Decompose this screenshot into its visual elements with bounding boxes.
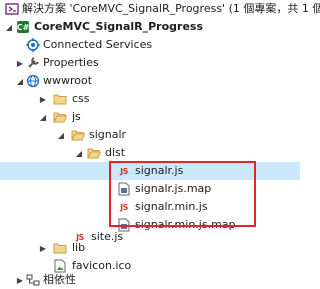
js-file-icon: JS: [117, 164, 131, 178]
properties-label: Properties: [43, 56, 99, 69]
expand-arrow-icon[interactable]: ◢: [55, 126, 67, 144]
expand-arrow-icon[interactable]: ◢: [73, 144, 85, 162]
lib-folder-label: lib: [72, 241, 86, 254]
signalr-min-js-label: signalr.min.js: [135, 200, 208, 213]
properties-wrench-icon: [26, 56, 40, 70]
solution-icon: [5, 2, 19, 16]
connected-services-node[interactable]: Connected Services: [0, 36, 300, 54]
collapse-arrow-icon[interactable]: ▶: [37, 90, 49, 108]
svg-text:C#: C#: [17, 23, 30, 32]
project-label: CoreMVC_SignalR_Progress: [34, 20, 204, 33]
css-folder-label: css: [72, 92, 90, 105]
lib-folder-node[interactable]: ▶ lib: [0, 239, 300, 257]
signalr-folder-node[interactable]: ◢ signalr: [0, 126, 300, 144]
expand-arrow-icon[interactable]: ◢: [14, 72, 26, 90]
folder-open-icon: [71, 128, 85, 142]
collapse-arrow-icon[interactable]: ▶: [14, 54, 26, 72]
connected-services-icon: [26, 38, 40, 52]
expand-arrow-icon[interactable]: ◢: [3, 18, 15, 36]
properties-node[interactable]: ▶ Properties: [0, 54, 300, 72]
map-file-icon: [117, 182, 131, 196]
signalr-min-js-file-node[interactable]: JS signalr.min.js: [0, 198, 300, 216]
expand-arrow-icon[interactable]: ◢: [37, 108, 49, 126]
connected-services-label: Connected Services: [43, 38, 153, 51]
js-file-icon: JS: [117, 200, 131, 214]
solution-label: 解決方案 'CoreMVC_SignalR_Progress' (1 個專案，共…: [22, 2, 320, 15]
js-badge: JS: [120, 202, 128, 212]
dependencies-icon: [26, 273, 40, 287]
collapse-arrow-icon[interactable]: ▶: [14, 271, 26, 289]
signalr-js-file-node[interactable]: JS signalr.js: [0, 162, 300, 180]
signalr-folder-label: signalr: [89, 128, 127, 141]
folder-open-icon: [87, 146, 101, 160]
signalr-js-map-label: signalr.js.map: [135, 182, 212, 195]
dist-folder-label: dist: [105, 146, 126, 159]
css-folder-node[interactable]: ▶ css: [0, 90, 300, 108]
js-folder-node[interactable]: ◢ js: [0, 108, 300, 126]
js-folder-label: js: [72, 110, 81, 123]
folder-open-icon: [53, 110, 67, 124]
dependencies-label: 相依性: [43, 273, 76, 286]
solution-node[interactable]: 解決方案 'CoreMVC_SignalR_Progress' (1 個專案，共…: [0, 0, 320, 18]
wwwroot-label: wwwroot: [43, 74, 93, 87]
dist-folder-node[interactable]: ◢ dist: [0, 144, 300, 162]
signalr-js-label: signalr.js: [135, 164, 184, 177]
dependencies-node[interactable]: ▶ 相依性: [0, 271, 300, 289]
csharp-project-icon: C#: [16, 20, 30, 34]
folder-icon: [53, 92, 67, 106]
js-badge: JS: [120, 166, 128, 176]
project-node[interactable]: ◢ C# CoreMVC_SignalR_Progress: [0, 18, 300, 36]
collapse-arrow-icon[interactable]: ▶: [37, 239, 49, 257]
wwwroot-node[interactable]: ◢ wwwroot: [0, 72, 300, 90]
solution-explorer-tree: 解決方案 'CoreMVC_SignalR_Progress' (1 個專案，共…: [0, 0, 320, 289]
folder-icon: [53, 241, 67, 255]
signalr-js-map-file-node[interactable]: signalr.js.map: [0, 180, 300, 198]
globe-icon: [26, 74, 40, 88]
